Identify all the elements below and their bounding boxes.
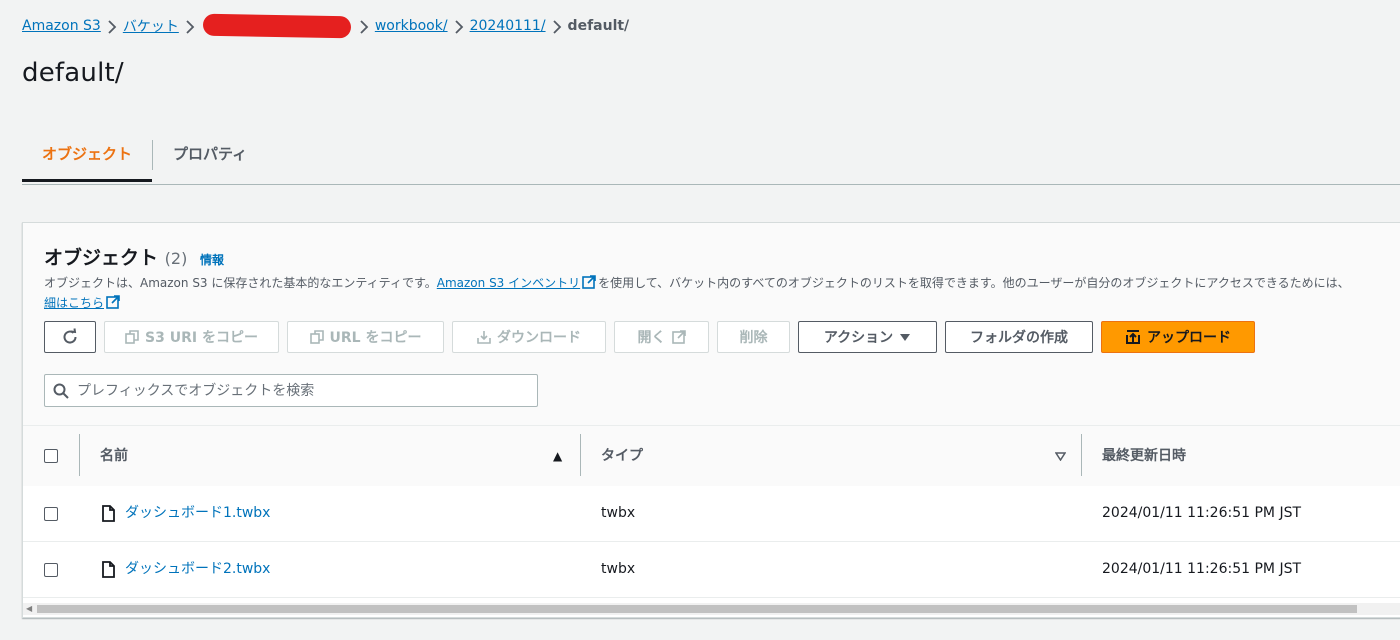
breadcrumb-bucket-redacted[interactable] [202, 13, 352, 39]
panel-title: オブジェクト (2) 情報 [44, 243, 224, 270]
object-name-link[interactable]: ダッシュボード1.twbx [125, 486, 270, 541]
breadcrumb-workbook[interactable]: workbook/ [375, 18, 448, 34]
chevron-right-icon [448, 17, 470, 36]
panel-title-text: オブジェクト [44, 247, 159, 269]
breadcrumb-current: default/ [567, 18, 630, 34]
description-text-2: を使用して、バケット内のすべてのオブジェクトのリストを取得できます。他のユーザー… [598, 276, 1350, 290]
breadcrumb-date[interactable]: 20240111/ [470, 18, 546, 34]
column-divider [79, 434, 80, 476]
download-label: ダウンロード [497, 330, 581, 346]
column-divider [580, 434, 581, 476]
row-checkbox[interactable] [44, 563, 58, 577]
column-divider [1081, 434, 1082, 476]
refresh-icon [63, 328, 77, 344]
upload-icon [1126, 330, 1140, 344]
panel-header: オブジェクト (2) 情報 オブジェクトは、Amazon S3 に保存された基本… [23, 223, 1400, 425]
external-link-icon [106, 295, 120, 309]
inventory-link[interactable]: Amazon S3 インベントリ [437, 276, 580, 290]
copy-url-button[interactable]: URL をコピー [287, 321, 444, 353]
copy-s3-uri-label: S3 URI をコピー [145, 330, 258, 346]
breadcrumb-buckets[interactable]: バケット [123, 16, 179, 36]
tab-properties[interactable]: プロパティ [173, 138, 247, 184]
table-row[interactable]: ダッシュボード2.twbx twbx 2024/01/11 11:26:51 P… [23, 542, 1400, 598]
delete-label: 削除 [739, 330, 768, 346]
delete-button[interactable]: 削除 [717, 321, 790, 353]
info-link[interactable]: 情報 [200, 253, 224, 267]
horizontal-scrollbar[interactable]: ◀ [23, 603, 1400, 615]
search-input[interactable] [75, 381, 519, 400]
description-text-1: オブジェクトは、Amazon S3 に保存された基本的なエンティティです。 [44, 276, 437, 290]
details-link[interactable]: 細はこちら [44, 296, 104, 310]
tab-objects[interactable]: オブジェクト [22, 138, 152, 182]
open-button[interactable]: 開く [614, 321, 709, 353]
object-type: twbx [601, 561, 636, 577]
table-header: 名前 ▲ タイプ 最終更新日時 [23, 425, 1400, 487]
copy-icon [309, 330, 324, 344]
page-title: default/ [22, 58, 124, 88]
file-icon [102, 505, 115, 522]
row-checkbox[interactable] [44, 507, 58, 521]
objects-panel: オブジェクト (2) 情報 オブジェクトは、Amazon S3 に保存された基本… [22, 222, 1400, 618]
table-row[interactable]: ダッシュボード1.twbx twbx 2024/01/11 11:26:51 P… [23, 486, 1400, 542]
tab-bar: オブジェクト プロパティ [22, 138, 1400, 185]
search-box [44, 374, 538, 407]
copy-url-label: URL をコピー [329, 330, 422, 346]
copy-s3-uri-button[interactable]: S3 URI をコピー [104, 321, 279, 353]
scroll-left-arrow-icon[interactable]: ◀ [26, 605, 32, 613]
sort-ascending-icon[interactable]: ▲ [553, 449, 562, 463]
open-label: 開く [637, 330, 666, 346]
chevron-right-icon [353, 17, 375, 36]
scrollbar-thumb[interactable] [37, 605, 1357, 613]
column-header-type[interactable]: タイプ [601, 426, 643, 486]
chevron-right-icon [179, 17, 201, 36]
object-type: twbx [601, 505, 636, 521]
actions-dropdown[interactable]: アクション [798, 321, 937, 353]
chevron-right-icon [101, 17, 123, 36]
search-icon [53, 383, 69, 399]
column-header-name[interactable]: 名前 [100, 426, 128, 486]
external-link-icon [582, 275, 596, 289]
object-name-link[interactable]: ダッシュボード2.twbx [125, 542, 270, 597]
breadcrumb: Amazon S3 バケット workbook/ 20240111/ defau… [22, 13, 630, 39]
select-all-checkbox[interactable] [44, 449, 58, 463]
column-header-last-modified[interactable]: 最終更新日時 [1102, 426, 1186, 486]
actions-label: アクション [823, 330, 894, 346]
file-icon [102, 561, 115, 578]
copy-icon [125, 330, 139, 344]
object-last-modified: 2024/01/11 11:26:51 PM JST [1102, 505, 1302, 521]
chevron-right-icon [546, 17, 568, 36]
external-link-icon [671, 330, 686, 344]
sort-unsorted-icon[interactable] [1054, 450, 1067, 464]
caret-down-icon [900, 334, 911, 341]
refresh-button[interactable] [44, 321, 96, 353]
create-folder-button[interactable]: フォルダの作成 [945, 321, 1093, 353]
tab-divider [152, 140, 153, 170]
object-count: (2) [164, 249, 188, 268]
upload-label: アップロード [1147, 330, 1231, 346]
panel-description: オブジェクトは、Amazon S3 に保存された基本的なエンティティです。Ama… [44, 273, 1400, 313]
breadcrumb-amazon-s3[interactable]: Amazon S3 [22, 18, 101, 34]
create-folder-label: フォルダの作成 [970, 330, 1068, 346]
download-button[interactable]: ダウンロード [452, 321, 606, 353]
download-icon [477, 331, 491, 344]
object-last-modified: 2024/01/11 11:26:51 PM JST [1102, 561, 1302, 577]
upload-button[interactable]: アップロード [1101, 321, 1255, 353]
